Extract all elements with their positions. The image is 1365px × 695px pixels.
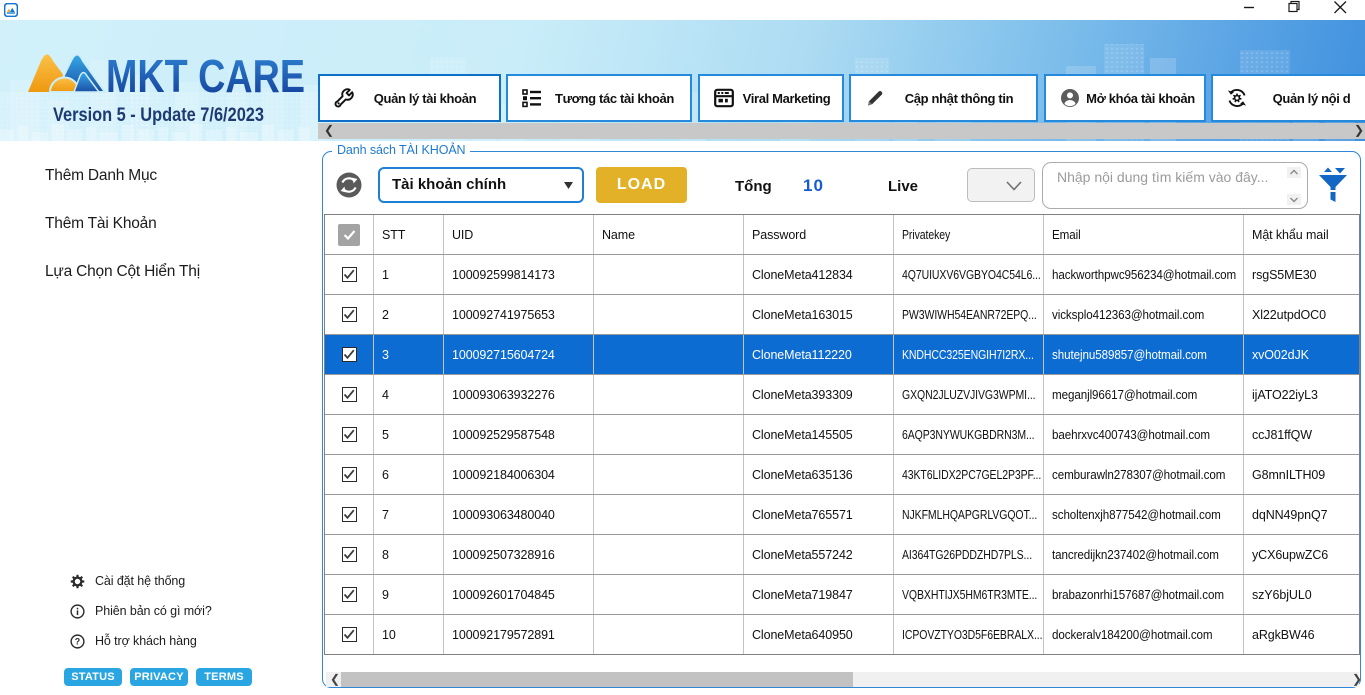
svg-text:?: ?	[75, 637, 80, 647]
svg-text:MKT CARE: MKT CARE	[106, 50, 305, 102]
svg-text:Version 5 - Update 7/6/2023: Version 5 - Update 7/6/2023	[53, 105, 264, 126]
